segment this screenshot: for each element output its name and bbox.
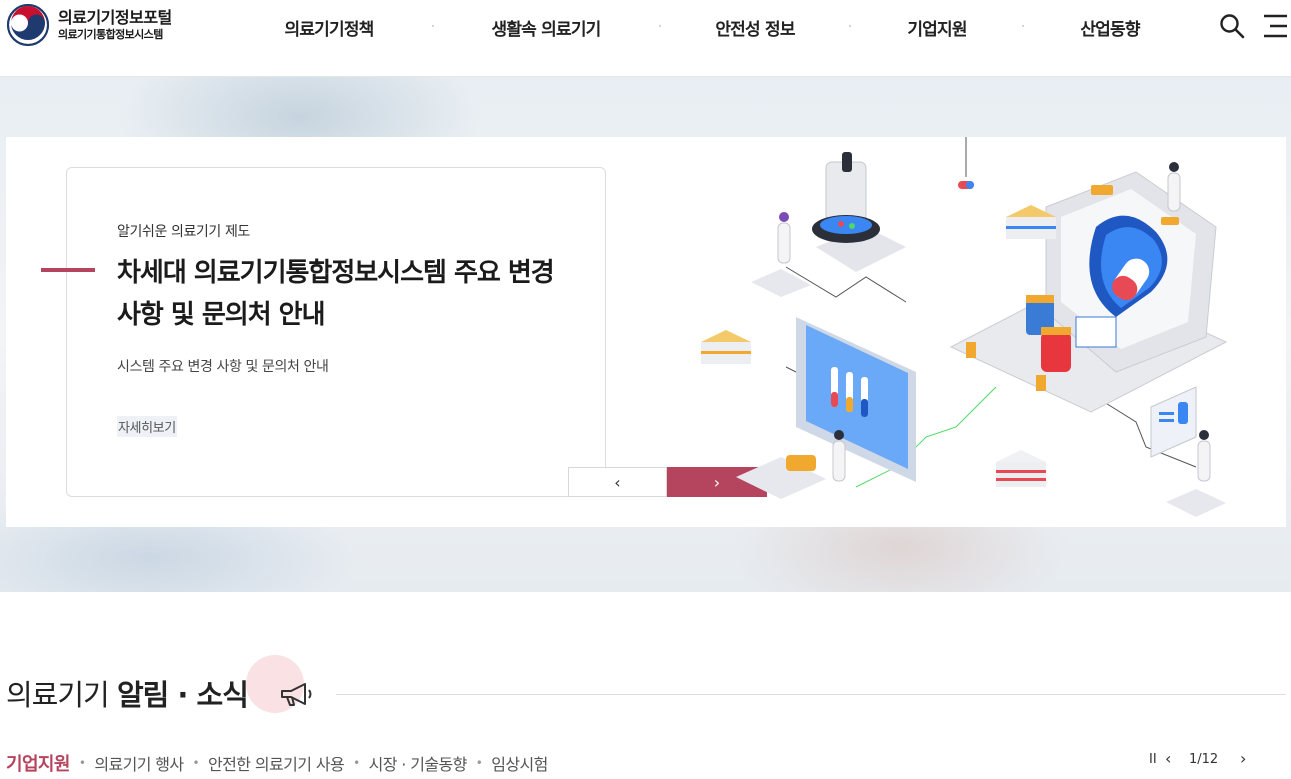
pager-prev-button[interactable]: ‹ — [1165, 749, 1171, 768]
site-logo[interactable]: 의료기기정보포털 의료기기통합정보시스템 — [6, 3, 172, 47]
nav-item-business-support[interactable]: 기업지원 — [907, 15, 967, 40]
slide-description: 시스템 주요 변경 사항 및 문의처 안내 — [117, 359, 329, 375]
news-title-strong: 알림 · 소식 — [116, 678, 249, 712]
megaphone-icon — [281, 683, 312, 706]
read-more-link[interactable]: 자세히보기 — [117, 416, 177, 437]
tab-separator: • — [353, 756, 360, 770]
section-divider — [336, 694, 1286, 695]
accent-bar — [41, 268, 95, 272]
news-section-title: 의료기기 알림 · 소식 — [6, 672, 249, 714]
main-nav: 의료기기정책 생활속 의료기기 안전성 정보 기업지원 산업동향 — [232, 15, 1192, 40]
tab-market-trends[interactable]: 시장 · 기술동향 — [369, 751, 468, 775]
nav-item-safety[interactable]: 안전성 정보 — [715, 15, 795, 40]
search-icon[interactable] — [1219, 13, 1245, 39]
pager-count: 1/12 — [1189, 752, 1219, 767]
news-tab-list: 기업지원 • 의료기기 행사 • 안전한 의료기기 사용 • 시장 · 기술동향… — [6, 750, 548, 776]
chevron-left-icon: ‹ — [614, 472, 621, 492]
tab-business-support[interactable]: 기업지원 — [6, 750, 70, 776]
nav-separator — [849, 25, 851, 27]
menu-icon[interactable] — [1261, 13, 1287, 39]
site-header: 의료기기정보포털 의료기기통합정보시스템 의료기기정책 생활속 의료기기 안전성… — [0, 0, 1291, 77]
tab-separator: • — [78, 756, 86, 770]
medical-lab-illustration — [701, 137, 1228, 517]
logo-title: 의료기기정보포털 — [58, 8, 172, 28]
tab-separator: • — [475, 756, 483, 770]
pause-button[interactable]: II — [1149, 752, 1157, 767]
nav-item-industry-trends[interactable]: 산업동향 — [1080, 15, 1140, 40]
slide-prev-button[interactable]: ‹ — [568, 467, 667, 497]
nav-separator — [432, 25, 434, 27]
news-title-light: 의료기기 — [6, 678, 117, 712]
hero-slide: 알기쉬운 의료기기 제도 차세대 의료기기통합정보시스템 주요 변경 사항 및 … — [6, 137, 1286, 527]
taegeuk-logo-icon — [7, 4, 49, 46]
pager-next-button[interactable]: › — [1240, 749, 1246, 768]
tab-clinical-trials[interactable]: 임상시험 — [491, 751, 548, 775]
nav-item-daily-life[interactable]: 생활속 의료기기 — [492, 15, 602, 40]
slide-title: 차세대 의료기기통합정보시스템 주요 변경 사항 및 문의처 안내 — [117, 258, 555, 330]
tab-safe-use[interactable]: 안전한 의료기기 사용 — [208, 751, 345, 775]
tab-separator: • — [192, 756, 200, 770]
logo-subtitle: 의료기기통합정보시스템 — [58, 27, 163, 41]
tab-events[interactable]: 의료기기 행사 — [94, 751, 184, 775]
nav-separator — [659, 25, 661, 27]
slide-card: 알기쉬운 의료기기 제도 차세대 의료기기통합정보시스템 주요 변경 사항 및 … — [41, 167, 767, 497]
slide-kicker: 알기쉬운 의료기기 제도 — [117, 224, 250, 240]
hero-banner: 알기쉬운 의료기기 제도 차세대 의료기기통합정보시스템 주요 변경 사항 및 … — [0, 77, 1291, 592]
nav-separator — [1022, 25, 1024, 27]
nav-item-policy[interactable]: 의료기기정책 — [284, 15, 374, 40]
